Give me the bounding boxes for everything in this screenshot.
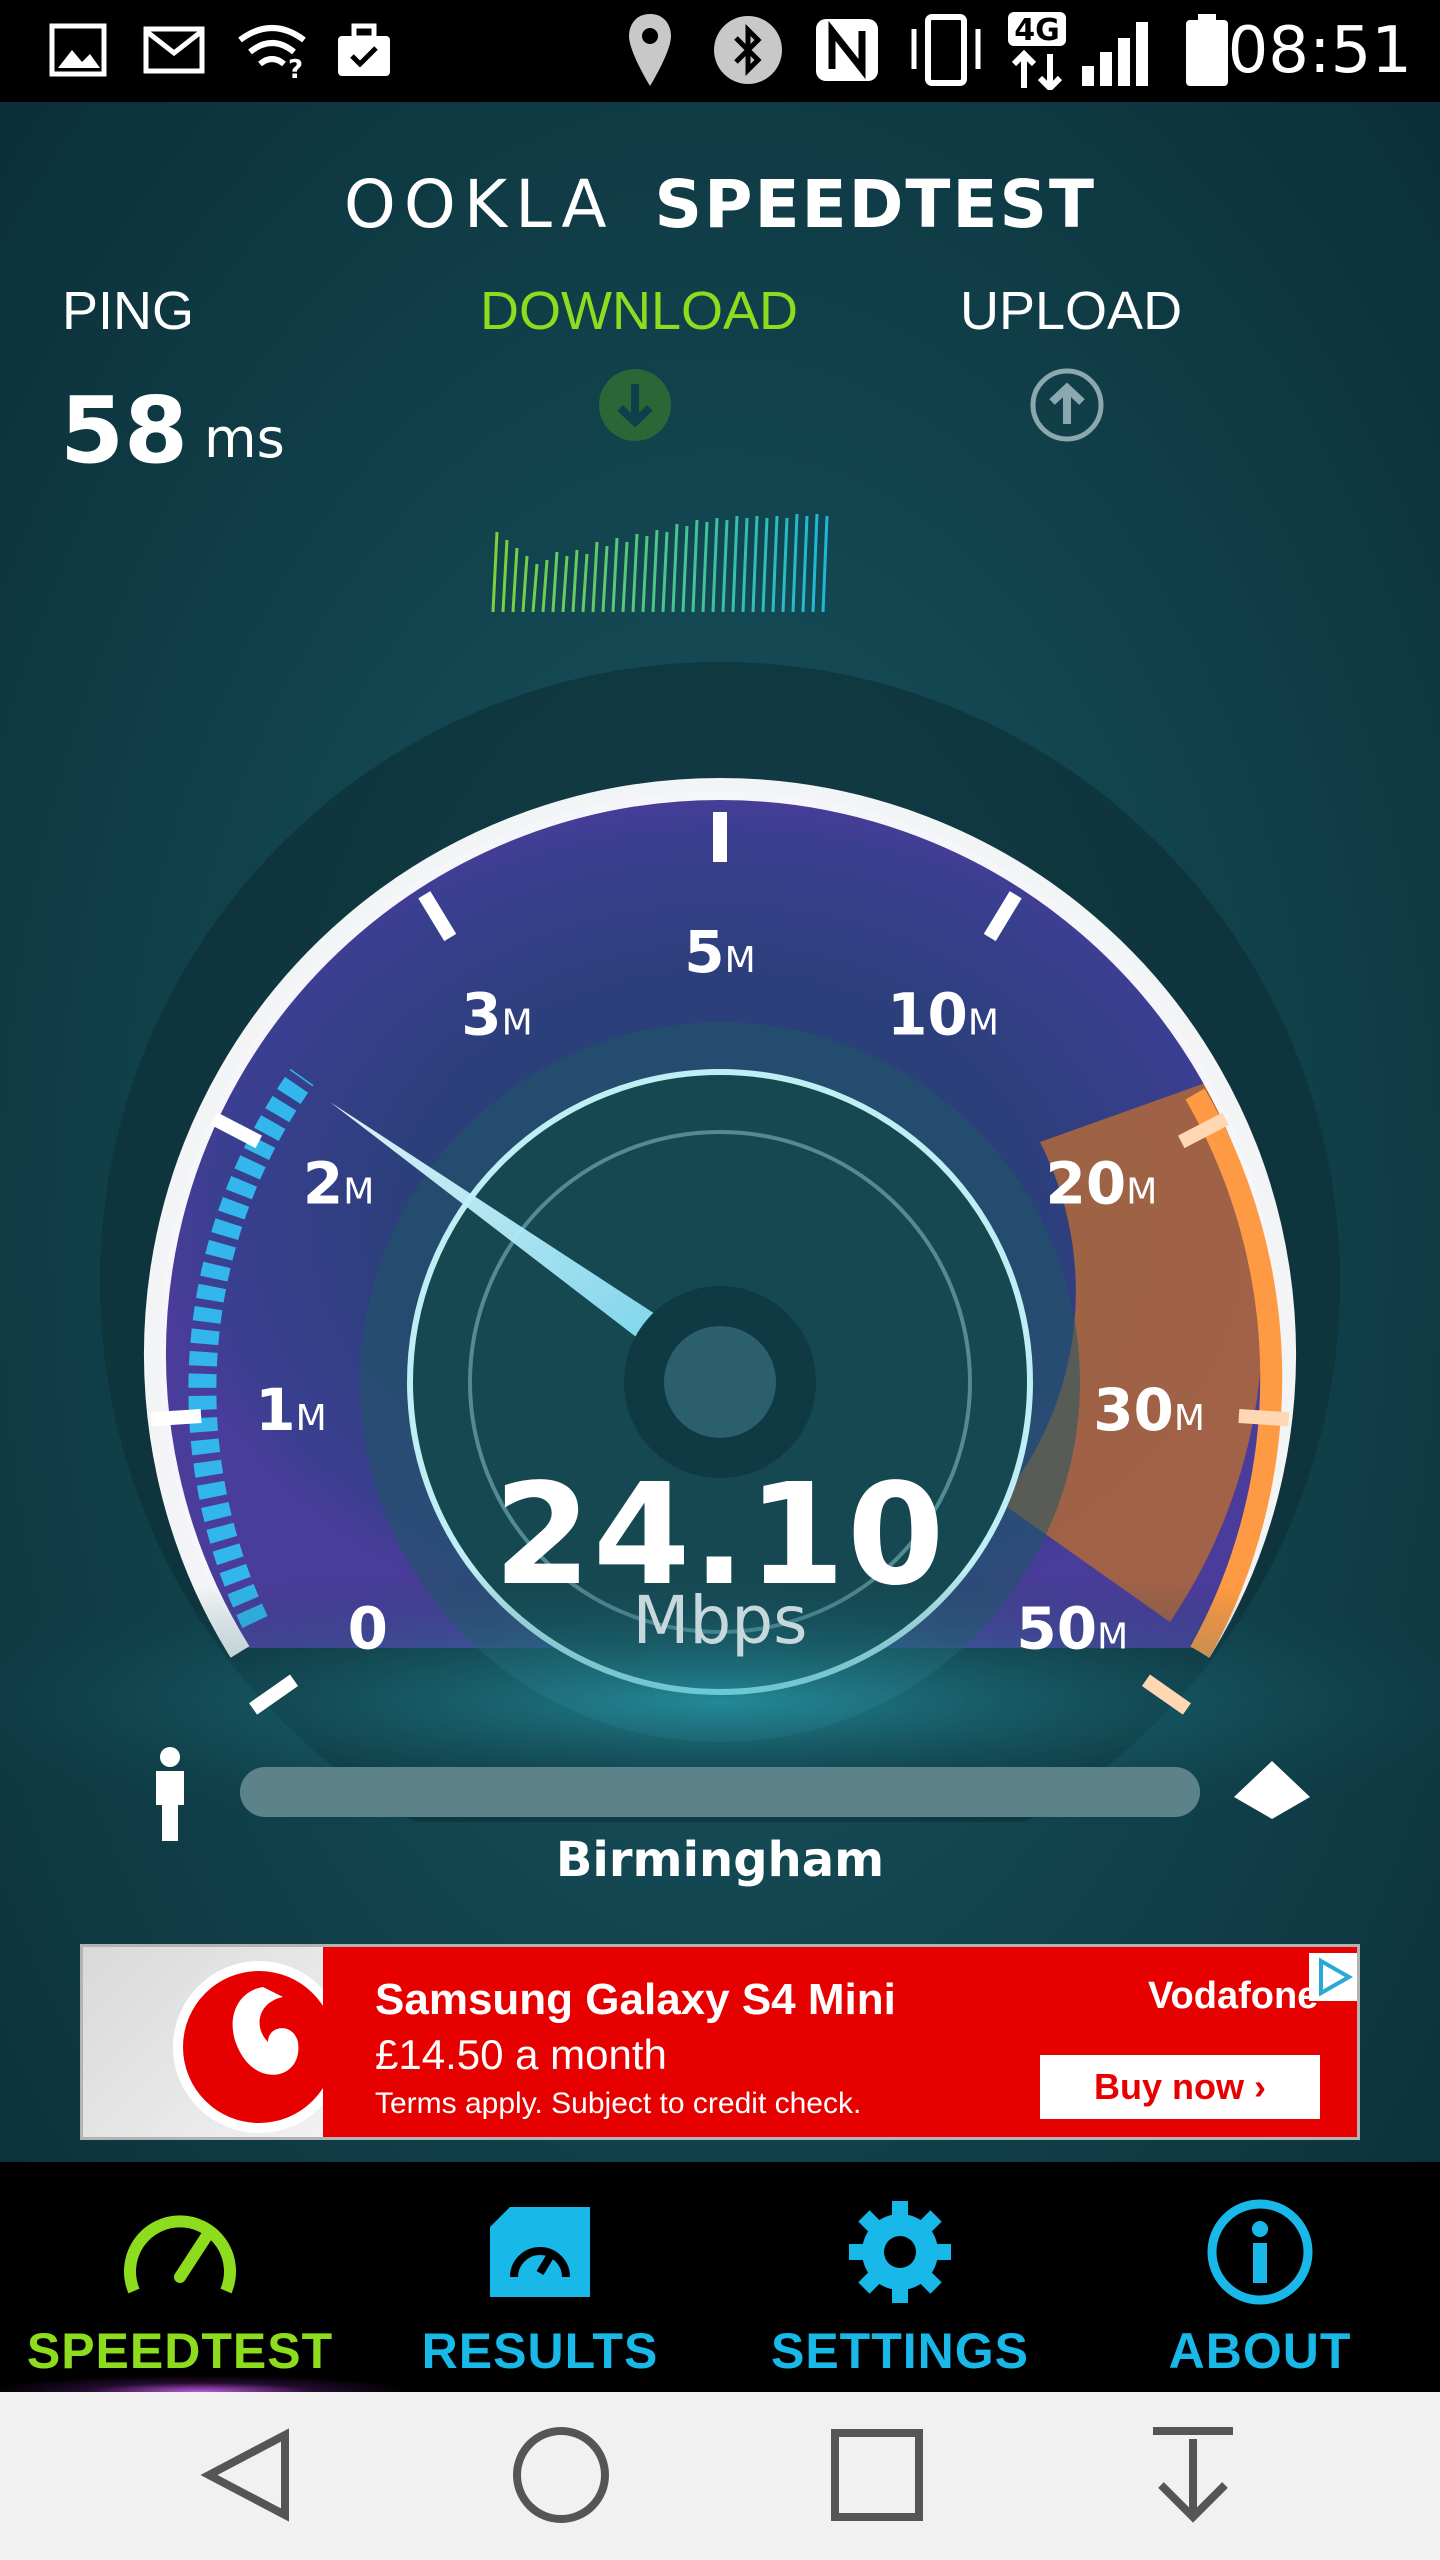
wifi-question-icon: ? [236, 14, 308, 86]
notification-pull-icon[interactable] [1128, 2410, 1258, 2540]
speed-history-graph [491, 513, 829, 612]
ping-unit: ms [204, 407, 285, 470]
upload-arrow-icon [1028, 366, 1106, 448]
tab-settings[interactable]: SETTINGS [720, 2162, 1080, 2392]
app-logo: OOKLA SPEEDTEST [0, 166, 1440, 243]
briefcase-icon [334, 14, 394, 86]
ad-buy-now-button[interactable]: Buy now › [1040, 2055, 1320, 2119]
ad-brand: Vodafone [1148, 1975, 1319, 2017]
active-tab-indicator [0, 2376, 400, 2392]
gallery-icon [46, 14, 110, 86]
nfc-icon [812, 14, 882, 86]
server-progress-bar [240, 1767, 1200, 1817]
svg-text:4G: 4G [1014, 13, 1060, 48]
ad-headline: Samsung Galaxy S4 Mini [375, 1975, 896, 2024]
recents-icon[interactable] [812, 2410, 942, 2540]
ad-banner[interactable]: Samsung Galaxy S4 Mini £14.50 a month Te… [80, 1944, 1360, 2140]
upload-label: UPLOAD [960, 281, 1183, 341]
vibrate-icon [906, 14, 986, 86]
tab-results[interactable]: RESULTS [360, 2162, 720, 2392]
speed-unit: Mbps [632, 1582, 808, 1659]
tab-label-results: RESULTS [421, 2323, 659, 2379]
ad-terms: Terms apply. Subject to credit check. [375, 2087, 862, 2120]
tab-about[interactable]: ABOUT [1080, 2162, 1440, 2392]
battery-icon [1184, 14, 1230, 86]
product-name: SPEEDTEST [654, 166, 1097, 243]
location-icon [620, 14, 680, 86]
network-4g-icon: 4G [1006, 12, 1068, 90]
ad-choices-icon[interactable] [1309, 1953, 1357, 2001]
gauge-tick-mark [1238, 1409, 1290, 1427]
bluetooth-icon [712, 14, 784, 86]
brand-name: OOKLA [343, 166, 615, 243]
download-label: DOWNLOAD [480, 281, 799, 341]
status-bar: ? 4G 08:51 [0, 0, 1440, 102]
gauge-tick-mark [150, 1409, 202, 1427]
gear-icon [830, 2192, 970, 2312]
info-icon [1190, 2192, 1330, 2312]
tab-speedtest[interactable]: SPEEDTEST [0, 2162, 360, 2392]
tab-label-about: ABOUT [1168, 2323, 1352, 2379]
ping-value: 58 [60, 377, 189, 484]
signal-icon [1080, 14, 1160, 86]
server-select-icon[interactable] [1230, 1757, 1314, 1825]
tab-label-speedtest: SPEEDTEST [26, 2323, 334, 2379]
back-icon[interactable] [180, 2410, 310, 2540]
ad-price: £14.50 a month [375, 2031, 667, 2078]
ad-image [83, 1947, 345, 2137]
ping-label: PING [62, 281, 195, 341]
server-name[interactable]: Birmingham [0, 1832, 1440, 1888]
gmail-icon [142, 14, 206, 86]
results-folder-icon [470, 2192, 610, 2312]
tab-label-settings: SETTINGS [770, 2323, 1030, 2379]
home-icon[interactable] [496, 2410, 626, 2540]
speedtest-screen: OOKLA SPEEDTEST PING 58 ms DOWNLOAD UPLOA… [0, 102, 1440, 2162]
svg-text:?: ? [288, 55, 303, 78]
status-time: 08:51 [1227, 14, 1412, 88]
bottom-tab-bar: SPEEDTEST RESULTS SETTINGS ABOUT [0, 2162, 1440, 2392]
download-arrow-icon [596, 366, 674, 448]
system-nav-bar [0, 2392, 1440, 2560]
speedometer-icon [110, 2192, 250, 2312]
